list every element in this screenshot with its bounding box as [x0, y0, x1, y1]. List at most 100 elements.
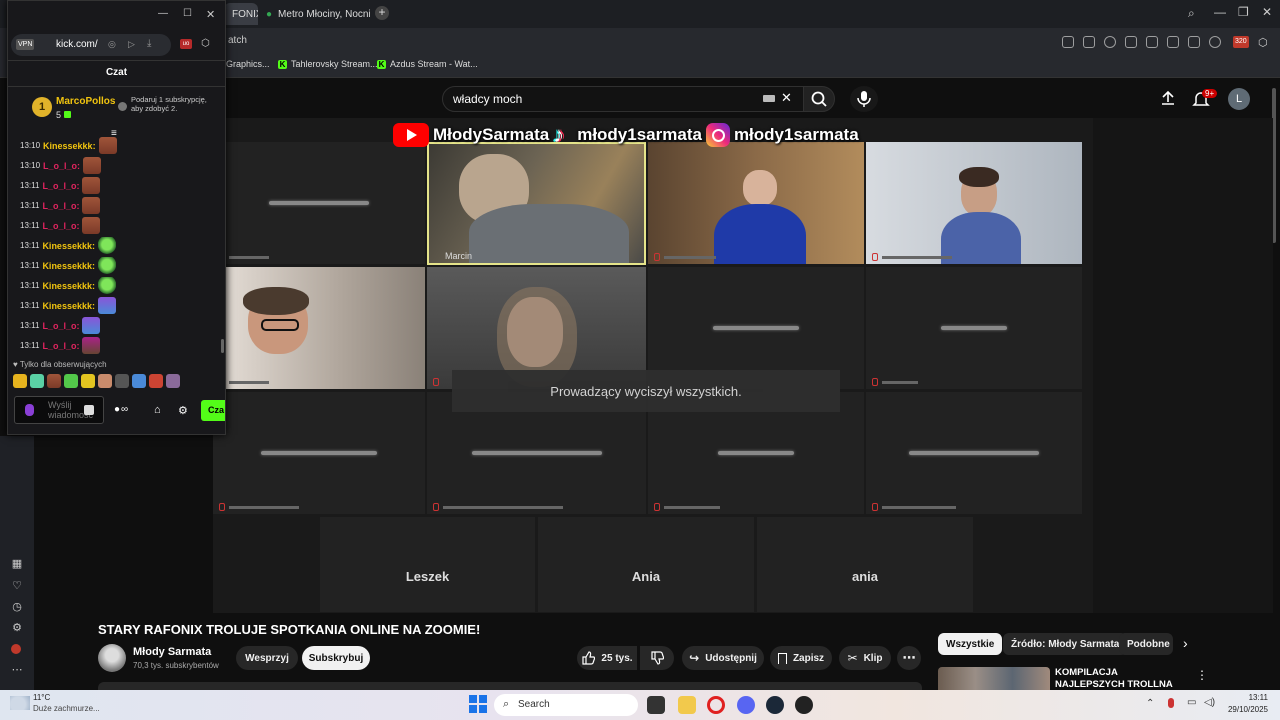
- chat-username[interactable]: L_o_l_o:: [42, 341, 79, 351]
- recommended-thumbnail[interactable]: [938, 667, 1050, 690]
- heart-icon[interactable]: ♡: [11, 580, 23, 592]
- restore-icon[interactable]: ❐: [1238, 5, 1249, 19]
- emote-item[interactable]: [132, 374, 146, 388]
- chip-source[interactable]: Źródło: Młody Sarmata: [1003, 633, 1128, 655]
- chat-username[interactable]: Kinessekkk:: [42, 241, 95, 251]
- extension-red-icon[interactable]: [11, 644, 21, 654]
- chat-emote[interactable]: [82, 317, 101, 334]
- extension-badge[interactable]: 320: [1233, 36, 1249, 48]
- shield-icon[interactable]: ◎: [108, 39, 116, 50]
- search-input[interactable]: władcy moch: [442, 86, 804, 112]
- support-button[interactable]: Wesprzyj: [236, 646, 298, 670]
- weather-temp[interactable]: 11°C: [33, 693, 50, 702]
- tab-metro[interactable]: ● Metro Młociny, Nocnickie: [258, 3, 370, 25]
- mic-tray-icon[interactable]: [1168, 698, 1174, 708]
- clip-button[interactable]: ✂ Klip: [839, 646, 891, 670]
- search-button[interactable]: [803, 86, 835, 112]
- discord-icon[interactable]: [737, 696, 755, 714]
- chat-emote[interactable]: [83, 157, 102, 174]
- download-icon[interactable]: ⤓: [147, 38, 151, 49]
- more-actions-icon[interactable]: ⋯: [897, 646, 921, 670]
- bookmark-graphics[interactable]: Graphics...: [226, 59, 270, 69]
- chevron-up-icon[interactable]: ⌃: [1146, 698, 1154, 709]
- chat-emote[interactable]: [97, 297, 116, 314]
- settings-gear-icon[interactable]: ⚙: [178, 404, 188, 417]
- taskbar-search[interactable]: Search: [494, 694, 638, 716]
- store-icon[interactable]: ⌂: [154, 404, 161, 416]
- top-gifter-name[interactable]: MarcoPollos: [56, 96, 115, 107]
- menu-icon[interactable]: [1188, 36, 1200, 48]
- network-icon[interactable]: ▭: [1187, 697, 1196, 708]
- chevron-right-icon[interactable]: ›: [1183, 635, 1188, 651]
- more-icon[interactable]: ⋯: [11, 664, 23, 676]
- save-button[interactable]: Zapisz: [770, 646, 832, 670]
- play-icon[interactable]: ▷: [128, 39, 135, 50]
- chat-username[interactable]: Kinessekkk:: [42, 281, 95, 291]
- windows-start-icon[interactable]: [469, 695, 487, 713]
- channel-name[interactable]: Młody Sarmata: [133, 646, 211, 658]
- points-icon[interactable]: ● ∞: [114, 404, 128, 415]
- opera-icon[interactable]: [707, 696, 725, 714]
- emote-item[interactable]: [13, 374, 27, 388]
- bookmark-azdus[interactable]: K Azdus Stream - Wat...: [377, 59, 478, 69]
- send-button[interactable]: Cza: [201, 400, 225, 421]
- emote-item[interactable]: [30, 374, 44, 388]
- like-button[interactable]: 25 tys.: [577, 646, 637, 670]
- camera-icon[interactable]: [1083, 36, 1095, 48]
- emote-item[interactable]: [166, 374, 180, 388]
- avatar[interactable]: L: [1228, 88, 1250, 110]
- chat-emote[interactable]: [97, 257, 116, 274]
- search-tabs-icon[interactable]: ⌕: [1188, 6, 1195, 21]
- minimize-icon[interactable]: —: [158, 8, 168, 19]
- history-icon[interactable]: ◷: [11, 601, 23, 613]
- channel-avatar[interactable]: [98, 644, 126, 672]
- chat-emote[interactable]: [97, 277, 116, 294]
- emote-item[interactable]: [115, 374, 129, 388]
- tab-active[interactable]: FONIX: [224, 3, 258, 25]
- minimize-icon[interactable]: —: [1214, 5, 1226, 19]
- chip-similar[interactable]: Podobne: [1119, 633, 1173, 655]
- chat-username[interactable]: Kinessekkk:: [42, 261, 95, 271]
- task-view-icon[interactable]: [647, 696, 665, 714]
- close-icon[interactable]: ✕: [206, 8, 215, 21]
- clock-date[interactable]: 29/10/2025: [1219, 705, 1268, 714]
- steam-icon[interactable]: [766, 696, 784, 714]
- app-icon[interactable]: [795, 696, 813, 714]
- rec-more-icon[interactable]: ⋮: [1196, 668, 1208, 682]
- chat-username[interactable]: L_o_l_o:: [42, 221, 79, 231]
- chat-username[interactable]: L_o_l_o:: [42, 181, 79, 191]
- mic-icon[interactable]: [25, 404, 34, 416]
- clock-time[interactable]: 13:11: [1224, 693, 1268, 702]
- chat-emote[interactable]: [82, 337, 101, 354]
- dislike-button[interactable]: [640, 646, 674, 670]
- chat-url-text[interactable]: kick.com/: [56, 39, 98, 50]
- chat-emote[interactable]: [82, 177, 101, 194]
- chat-scrollbar[interactable]: [221, 339, 224, 353]
- emote-item[interactable]: [47, 374, 61, 388]
- cube-icon[interactable]: ⬡: [1258, 36, 1268, 49]
- clear-search-icon[interactable]: ✕: [781, 90, 792, 106]
- weather-desc[interactable]: Duże zachmurze...: [33, 704, 100, 713]
- chat-emote[interactable]: [97, 237, 116, 254]
- recommended-title[interactable]: KOMPILACJA NAJLEPSZYCH TROLLNA ZOOMIE 20…: [1055, 667, 1187, 690]
- apps-grid-icon[interactable]: ▦: [11, 558, 23, 570]
- subscribe-button[interactable]: Subskrybuj: [302, 646, 370, 670]
- address-text[interactable]: atch: [228, 35, 247, 46]
- emoji-icon[interactable]: [84, 405, 94, 415]
- chat-emote[interactable]: [82, 217, 101, 234]
- emote-item[interactable]: [81, 374, 95, 388]
- emote-item[interactable]: [64, 374, 78, 388]
- chat-username[interactable]: L_o_l_o:: [42, 201, 79, 211]
- restore-icon[interactable]: ☐: [183, 8, 192, 19]
- chat-username[interactable]: Kinessekkk:: [43, 141, 96, 151]
- file-explorer-icon[interactable]: [678, 696, 696, 714]
- shield-icon[interactable]: [1104, 36, 1116, 48]
- upload-icon[interactable]: [1160, 90, 1176, 111]
- chat-username[interactable]: L_o_l_o:: [43, 161, 80, 171]
- chat-emote[interactable]: [82, 197, 101, 214]
- chat-username[interactable]: L_o_l_o:: [42, 321, 79, 331]
- chat-emote[interactable]: [98, 137, 117, 154]
- ublock-icon[interactable]: uo: [180, 39, 192, 49]
- edit-icon[interactable]: [1062, 36, 1074, 48]
- chat-username[interactable]: Kinessekkk:: [42, 301, 95, 311]
